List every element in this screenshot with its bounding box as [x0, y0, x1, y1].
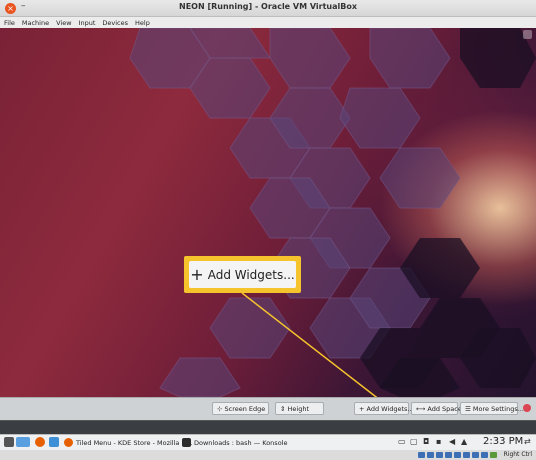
display-icon[interactable]	[472, 452, 479, 458]
pager-icon[interactable]	[16, 437, 30, 447]
network-adapter-icon[interactable]	[445, 452, 452, 458]
menu-input[interactable]: Input	[75, 17, 99, 27]
konsole-icon	[182, 438, 191, 447]
window-title: NEON [Running] - Oracle VM VirtualBox	[179, 2, 357, 11]
panel-ruler	[0, 420, 536, 435]
network-icon[interactable]: ▪	[436, 437, 441, 446]
panel-edit-toolbar: ⊹ Screen Edge ⇕ Height + Add Widgets... …	[0, 397, 536, 420]
desktop-wallpaper	[0, 28, 536, 397]
shared-folders-icon[interactable]	[463, 452, 470, 458]
audio-icon[interactable]	[436, 452, 443, 458]
screen-edge-button[interactable]: ⊹ Screen Edge	[212, 402, 269, 415]
height-button[interactable]: ⇕ Height	[275, 402, 324, 415]
hard-disk-icon[interactable]	[418, 452, 425, 458]
desktop-switch-icon[interactable]: ⇄	[524, 437, 531, 446]
lock-icon[interactable]: ◘	[423, 437, 429, 446]
menu-view[interactable]: View	[52, 17, 74, 27]
task-firefox[interactable]: Tiled Menu - KDE Store - Mozilla Fi...	[62, 436, 193, 450]
add-widgets-callout: + Add Widgets...	[184, 256, 301, 293]
clock[interactable]: 2:33 PM	[483, 436, 523, 447]
menu-help[interactable]: Help	[131, 17, 153, 27]
task-label: Tiled Menu - KDE Store - Mozilla Fi...	[76, 439, 193, 447]
menu-devices[interactable]: Devices	[98, 17, 131, 27]
desktop-toolbox-icon[interactable]	[523, 30, 532, 39]
menu-file[interactable]: File	[0, 17, 18, 27]
optical-drive-icon[interactable]	[427, 452, 434, 458]
more-settings-button[interactable]: ☰ More Settings...	[460, 402, 524, 415]
volume-icon[interactable]: ◀	[449, 437, 455, 446]
vm-statusbar: Right Ctrl	[0, 450, 536, 460]
host-key-label: Right Ctrl	[503, 451, 532, 458]
app-launcher-icon[interactable]	[4, 437, 14, 447]
callout-label: Add Widgets...	[207, 267, 295, 282]
add-widgets-button[interactable]: + Add Widgets...	[354, 402, 414, 415]
task-konsole[interactable]: Downloads : bash — Konsole	[180, 436, 290, 450]
firefox-icon	[64, 438, 73, 447]
menubar: File Machine View Input Devices Help	[0, 17, 536, 28]
window-titlebar: × – NEON [Running] - Oracle VM VirtualBo…	[0, 0, 536, 17]
add-spacer-button[interactable]: ⟷ Add Spacer	[411, 402, 465, 415]
add-widgets-callout-button[interactable]: + Add Widgets...	[189, 261, 296, 288]
menu-machine[interactable]: Machine	[18, 17, 52, 27]
close-toolbar-icon[interactable]	[523, 404, 531, 412]
taskbar: Tiled Menu - KDE Store - Mozilla Fi... D…	[0, 434, 536, 451]
mouse-integration-icon[interactable]	[490, 452, 497, 458]
updates-icon[interactable]: ▢	[410, 437, 418, 446]
task-label: Downloads : bash — Konsole	[194, 439, 288, 447]
recording-icon[interactable]	[481, 452, 488, 458]
plus-icon: +	[190, 264, 204, 284]
usb-icon[interactable]	[454, 452, 461, 458]
clipboard-icon[interactable]: ▭	[398, 437, 406, 446]
expand-tray-icon[interactable]: ▲	[461, 437, 467, 446]
hexagon-pattern	[129, 28, 536, 397]
file-manager-icon[interactable]	[49, 437, 59, 447]
firefox-icon[interactable]	[35, 437, 45, 447]
